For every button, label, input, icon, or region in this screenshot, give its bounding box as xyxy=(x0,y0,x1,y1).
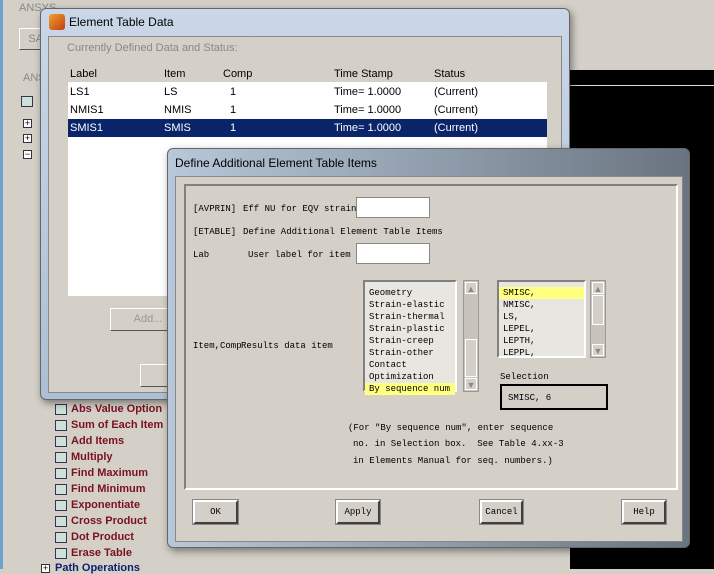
ok-button[interactable]: OK xyxy=(193,500,238,524)
cell-comp: 1 xyxy=(230,122,237,134)
cell-status: (Current) xyxy=(434,122,479,134)
avprin-input[interactable] xyxy=(356,197,430,218)
table-icon xyxy=(55,435,67,447)
cell-item: NMIS xyxy=(164,104,192,116)
tree-item[interactable]: Find Maximum xyxy=(55,465,148,481)
list-item[interactable]: LEPPL, xyxy=(499,347,584,359)
tree-item[interactable]: Erase Table xyxy=(55,545,132,561)
scroll-down-icon[interactable]: ▼ xyxy=(592,344,604,356)
tree-item[interactable]: Sum of Each Item xyxy=(55,417,163,433)
list-item[interactable]: By sequence num xyxy=(365,383,455,395)
tree-item[interactable]: Find Minimum xyxy=(55,481,146,497)
table-icon xyxy=(55,483,67,495)
category-scrollbar[interactable]: ▲ ▼ xyxy=(463,280,479,392)
tree-item[interactable]: Multiply xyxy=(55,449,113,465)
cell-time: Time= 1.0000 xyxy=(334,122,402,134)
cell-label: NMIS1 xyxy=(70,104,104,116)
tree-icon xyxy=(21,96,33,110)
ansys-logo-icon xyxy=(49,14,65,30)
scroll-up-icon[interactable]: ▲ xyxy=(592,282,604,294)
list-item[interactable]: LS, xyxy=(499,311,584,323)
list-item[interactable]: Optimization xyxy=(365,371,455,383)
tree-item[interactable]: Exponentiate xyxy=(55,497,140,513)
collapse-icon[interactable]: − xyxy=(23,148,32,160)
tree-item[interactable]: Cross Product xyxy=(55,513,147,529)
table-row[interactable]: SMIS1 SMIS 1 Time= 1.0000 (Current) xyxy=(68,119,547,137)
cell-item: LS xyxy=(164,86,178,98)
list-item[interactable]: SMISC, xyxy=(499,287,584,299)
tree-item[interactable]: Abs Value Option xyxy=(55,401,162,417)
selection-input[interactable]: SMISC, 6 xyxy=(500,384,608,410)
cell-label: SMIS1 xyxy=(70,122,104,134)
table-icon xyxy=(55,467,67,479)
component-list[interactable]: SMISC, NMISC, LS, LEPEL, LEPTH, LEPPL, xyxy=(497,280,586,358)
status-heading: Currently Defined Data and Status: xyxy=(67,42,238,54)
table-row[interactable]: LS1 LS 1 Time= 1.0000 (Current) xyxy=(68,83,547,101)
tree-item-path-operations[interactable]: + Path Operations xyxy=(41,562,140,574)
table-icon xyxy=(55,451,67,463)
scroll-thumb[interactable] xyxy=(465,339,477,377)
scroll-up-icon[interactable]: ▲ xyxy=(465,282,477,294)
list-item[interactable]: Strain-other xyxy=(365,347,455,359)
scroll-thumb[interactable] xyxy=(592,295,604,325)
list-item[interactable]: NMISC, xyxy=(499,299,584,311)
table-icon xyxy=(55,531,67,543)
list-item[interactable]: LEPEL, xyxy=(499,323,584,335)
cancel-button[interactable]: Cancel xyxy=(480,500,523,524)
cell-status: (Current) xyxy=(434,104,479,116)
table-icon xyxy=(55,419,67,431)
table-icon xyxy=(55,547,67,559)
cell-time: Time= 1.0000 xyxy=(334,104,402,116)
table-icon xyxy=(55,499,67,511)
list-item[interactable]: Strain-plastic xyxy=(365,323,455,335)
table-icon xyxy=(55,515,67,527)
list-item[interactable]: Strain-creep xyxy=(365,335,455,347)
tree-item[interactable]: Add Items xyxy=(55,433,124,449)
cell-label: LS1 xyxy=(70,86,90,98)
cell-time: Time= 1.0000 xyxy=(334,86,402,98)
expand-icon[interactable]: + xyxy=(23,132,32,144)
apply-button[interactable]: Apply xyxy=(336,500,380,524)
list-item[interactable]: LEPTH, xyxy=(499,335,584,347)
cell-status: (Current) xyxy=(434,86,479,98)
lab-input[interactable] xyxy=(356,243,430,264)
cell-comp: 1 xyxy=(230,104,237,116)
list-item[interactable]: Contact xyxy=(365,359,455,371)
cell-comp: 1 xyxy=(230,86,237,98)
scroll-down-icon[interactable]: ▼ xyxy=(465,378,477,390)
window-title: Element Table Data xyxy=(69,15,174,29)
list-item[interactable]: Strain-elastic xyxy=(365,299,455,311)
table-row[interactable]: NMIS1 NMIS 1 Time= 1.0000 (Current) xyxy=(68,101,547,119)
list-item[interactable]: Geometry xyxy=(365,287,455,299)
category-list[interactable]: Geometry Strain-elastic Strain-thermal Stra… xyxy=(363,280,457,395)
component-scrollbar[interactable]: ▲ ▼ xyxy=(590,280,606,358)
expand-icon[interactable]: + xyxy=(23,117,32,129)
dialog-content: [AVPRIN] Eff NU for EQV strain [ETABLE] … xyxy=(175,176,683,542)
tree-item[interactable]: Dot Product xyxy=(55,529,134,545)
table-header: Label Item Comp Time Stamp Status xyxy=(70,68,466,80)
dialog-title: Define Additional Element Table Items xyxy=(175,156,377,170)
list-item[interactable]: Strain-thermal xyxy=(365,311,455,323)
cell-item: SMIS xyxy=(164,122,191,134)
expand-icon[interactable]: + xyxy=(41,563,50,573)
define-items-dialog: Define Additional Element Table Items [A… xyxy=(167,148,690,548)
table-icon xyxy=(55,403,67,415)
help-button[interactable]: Help xyxy=(622,500,666,524)
